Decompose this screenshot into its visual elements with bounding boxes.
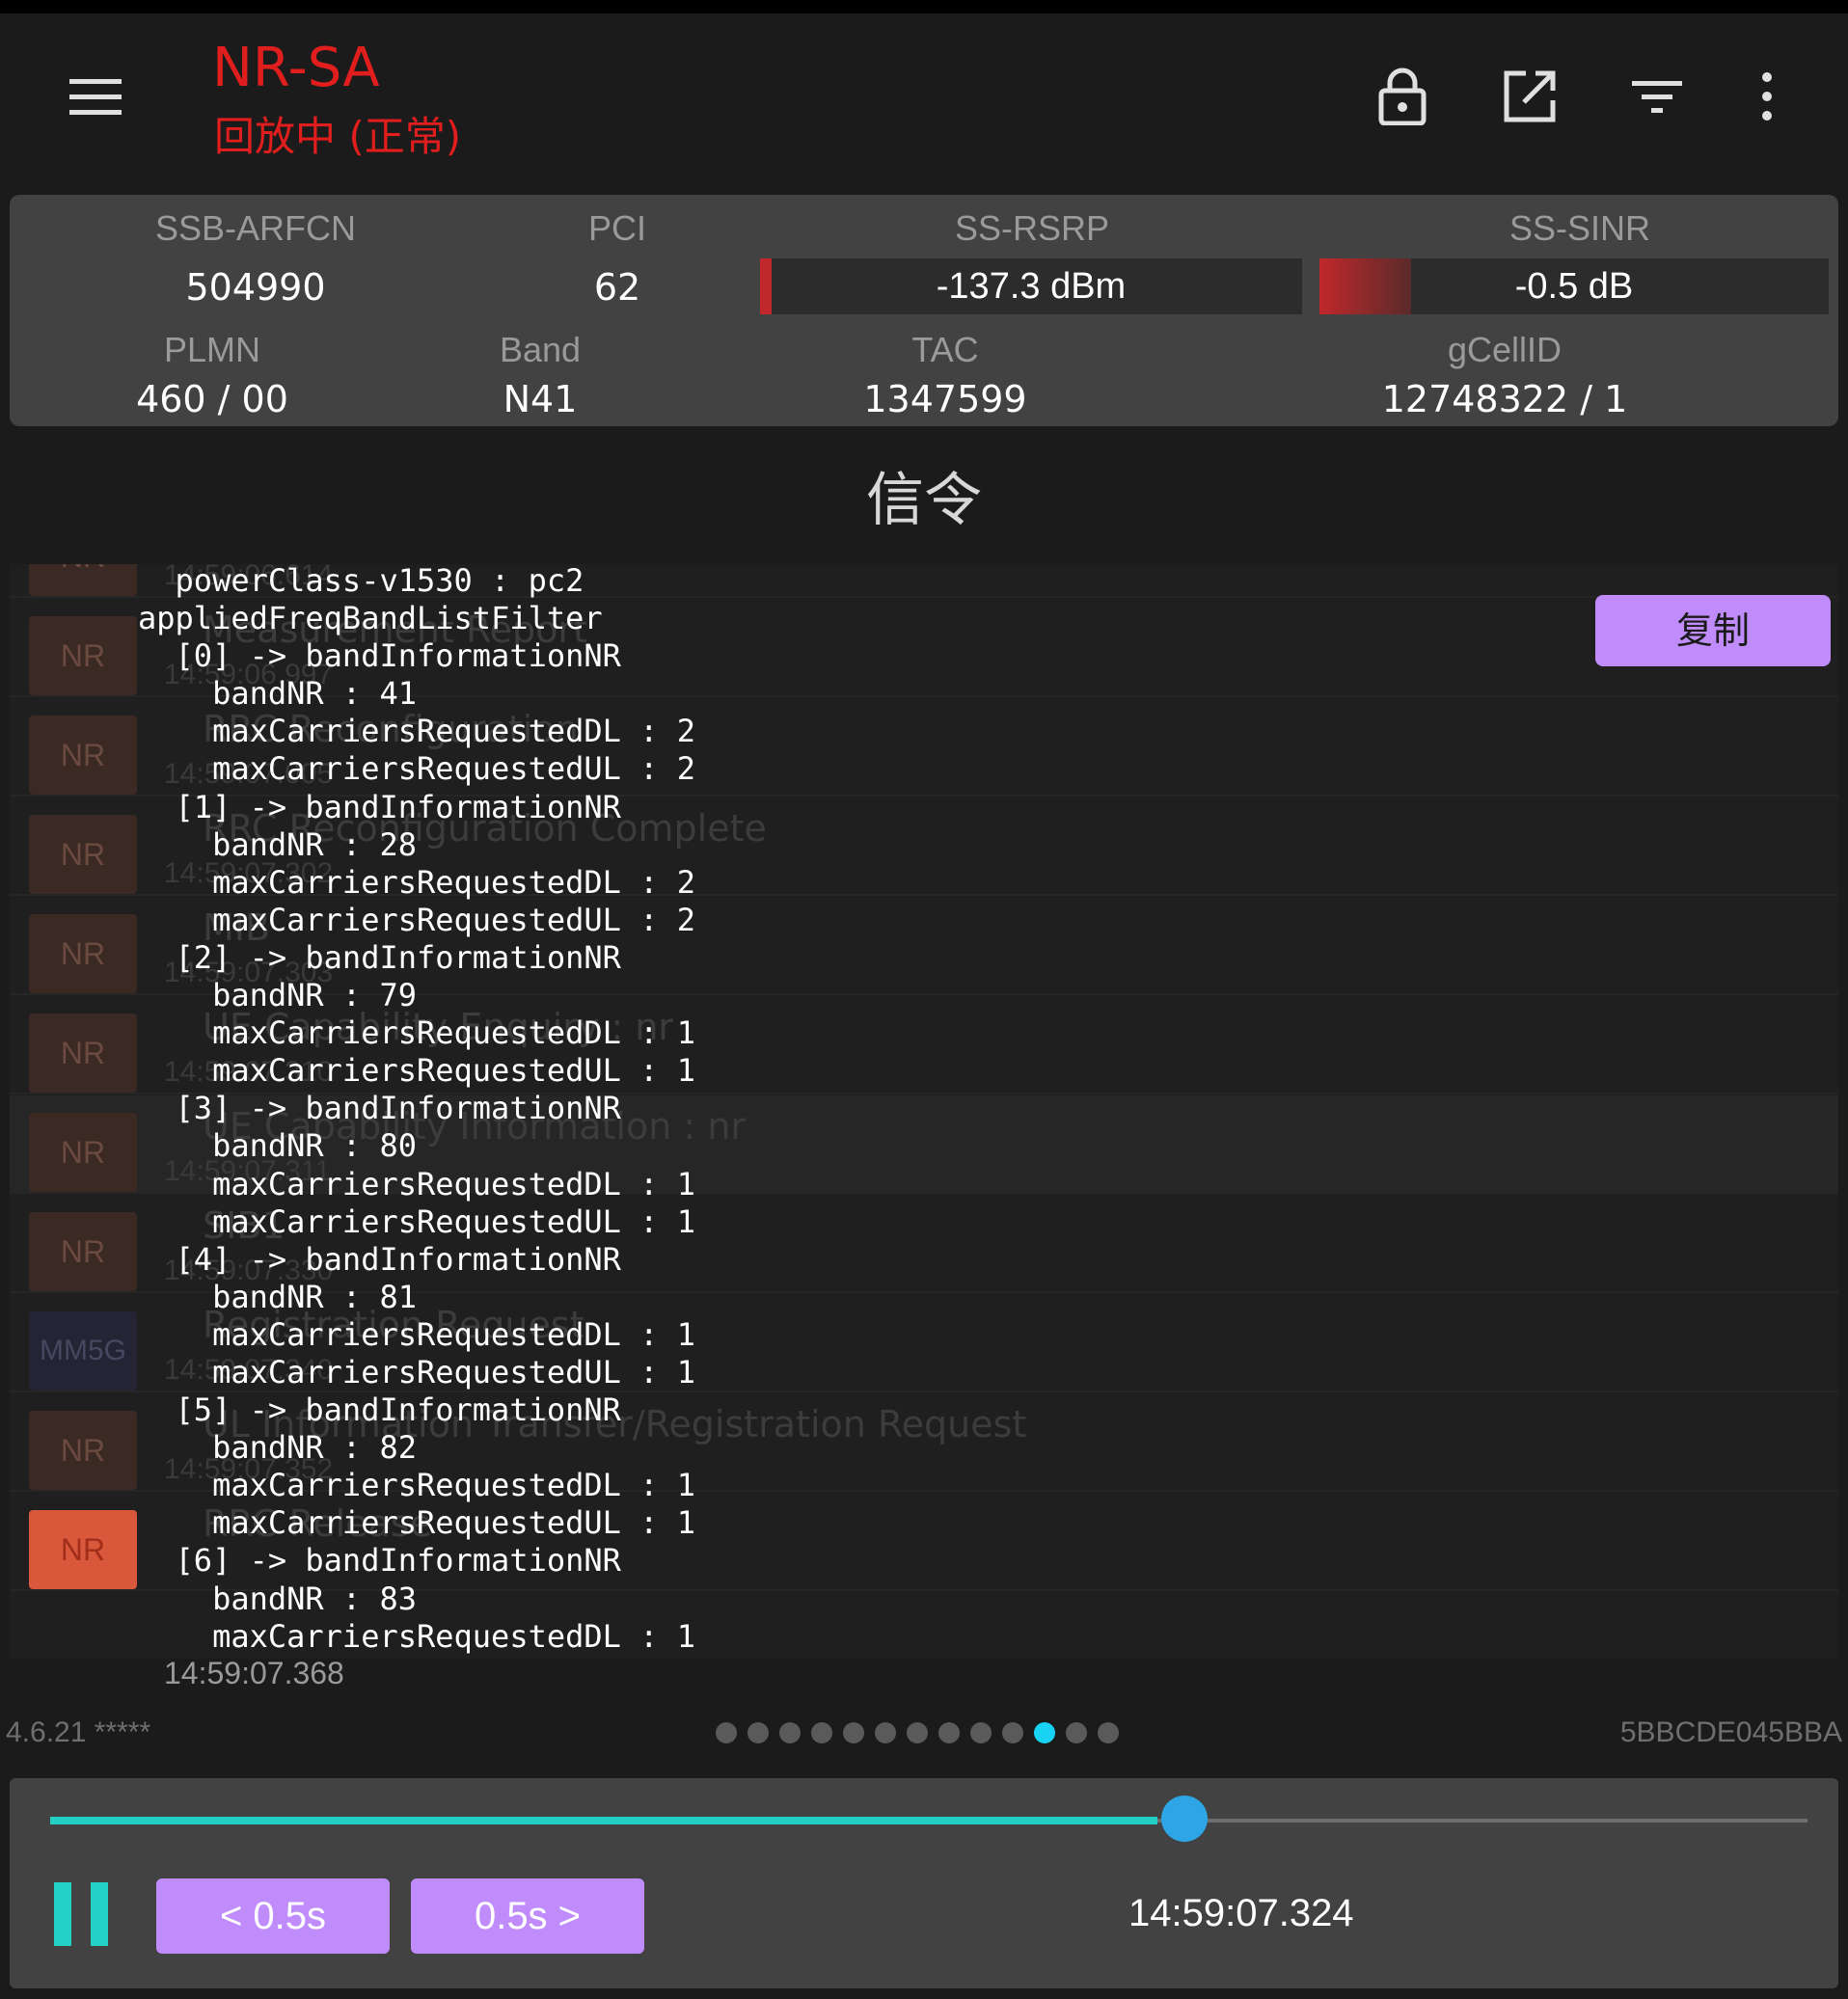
protocol-badge: NR bbox=[29, 1411, 137, 1490]
pause-icon[interactable] bbox=[54, 1882, 112, 1946]
gcellid-label: gCellID bbox=[1447, 330, 1563, 369]
page-dot bbox=[1002, 1722, 1023, 1743]
page-dot bbox=[875, 1722, 896, 1743]
detail-line: maxCarriersRequestedDL : 1 bbox=[138, 1467, 695, 1504]
rsrp-value: -137.3 dBm bbox=[936, 266, 1127, 307]
device-id: 5BBCDE045BBA bbox=[1619, 1716, 1842, 1748]
page-dot bbox=[970, 1722, 992, 1743]
app-version: 4.6.21 ***** bbox=[6, 1716, 151, 1748]
detail-line: maxCarriersRequestedDL : 1 bbox=[138, 1165, 695, 1202]
seekbar-progress bbox=[50, 1817, 1157, 1824]
tac-label: TAC bbox=[911, 330, 979, 369]
detail-line: bandNR : 41 bbox=[138, 675, 417, 713]
lock-icon[interactable] bbox=[1373, 68, 1431, 125]
step-forward-button[interactable]: 0.5s > bbox=[411, 1878, 644, 1954]
detail-line: [2] -> bandInformationNR bbox=[138, 938, 621, 976]
sinr-label: SS-SINR bbox=[1508, 208, 1651, 248]
status-strip bbox=[0, 0, 1848, 14]
detail-line: maxCarriersRequestedUL : 1 bbox=[138, 1202, 695, 1240]
plmn-label: PLMN bbox=[163, 330, 261, 369]
page-dot bbox=[747, 1722, 769, 1743]
more-vert-icon[interactable] bbox=[1738, 68, 1796, 125]
tac-value: 1347599 bbox=[863, 378, 1027, 420]
last-row-time: 14:59:07.368 bbox=[164, 1656, 344, 1690]
detail-line: [3] -> bandInformationNR bbox=[138, 1090, 621, 1127]
filter-icon[interactable] bbox=[1628, 68, 1686, 125]
page-dot bbox=[1066, 1722, 1087, 1743]
page-dot bbox=[811, 1722, 832, 1743]
band-label: Band bbox=[499, 330, 582, 369]
page-dot bbox=[938, 1722, 960, 1743]
detail-line: maxCarriersRequestedUL : 1 bbox=[138, 1353, 695, 1391]
detail-line: maxCarriersRequestedDL : 2 bbox=[138, 863, 695, 901]
detail-line: bandNR : 79 bbox=[138, 977, 417, 1014]
protocol-badge: NR bbox=[29, 1212, 137, 1291]
page-dot bbox=[1098, 1722, 1119, 1743]
sinr-meter: -0.5 dB bbox=[1319, 258, 1829, 314]
playback-controls: < 0.5s 0.5s > 14:59:07.324 bbox=[10, 1778, 1838, 1988]
gcellid-value: 12748322 / 1 bbox=[1381, 378, 1628, 420]
step-back-button[interactable]: < 0.5s bbox=[156, 1878, 390, 1954]
protocol-badge: NR bbox=[29, 914, 137, 993]
detail-line: maxCarriersRequestedUL : 1 bbox=[138, 1052, 695, 1090]
sinr-value: -0.5 dB bbox=[1514, 266, 1634, 307]
top-app-bar: NR-SA 回放中 (正常) bbox=[0, 0, 1848, 193]
detail-line: maxCarriersRequestedDL : 1 bbox=[138, 1014, 695, 1052]
cell-info-panel: SSB-ARFCN 504990 PCI 62 SS-RSRP -137.3 d… bbox=[10, 195, 1838, 426]
protocol-badge: NR bbox=[29, 815, 137, 894]
detail-line: maxCarriersRequestedUL : 2 bbox=[138, 750, 695, 788]
playback-time: 14:59:07.324 bbox=[1128, 1892, 1354, 1934]
detail-line: bandNR : 82 bbox=[138, 1429, 417, 1467]
ssb-arfcn-value: 504990 bbox=[185, 266, 326, 309]
detail-line: maxCarriersRequestedUL : 2 bbox=[138, 901, 695, 938]
protocol-badge: MM5G bbox=[29, 1311, 137, 1391]
protocol-badge: NR bbox=[29, 1113, 137, 1192]
section-title: 信令 bbox=[866, 467, 982, 534]
playback-status: 回放中 (正常) bbox=[214, 113, 462, 160]
detail-line: [0] -> bandInformationNR bbox=[138, 637, 621, 675]
detail-line: [6] -> bandInformationNR bbox=[138, 1542, 621, 1580]
message-detail: powerClass-v1530 : pc2 appliedFreqBandLis… bbox=[138, 562, 1585, 1656]
detail-line: powerClass-v1530 : pc2 bbox=[138, 562, 584, 599]
detail-line: maxCarriersRequestedDL : 2 bbox=[138, 713, 695, 750]
page-dot bbox=[779, 1722, 801, 1743]
copy-button[interactable]: 复制 bbox=[1595, 595, 1831, 666]
protocol-badge: NR bbox=[29, 616, 137, 695]
page-dot bbox=[716, 1722, 737, 1743]
page-dot bbox=[1034, 1722, 1055, 1743]
detail-line: maxCarriersRequestedDL : 1 bbox=[138, 1315, 695, 1353]
detail-line: bandNR : 80 bbox=[138, 1127, 417, 1165]
menu-icon[interactable] bbox=[69, 77, 122, 116]
detail-line: bandNR : 83 bbox=[138, 1580, 417, 1617]
detail-line: [5] -> bandInformationNR bbox=[138, 1391, 621, 1429]
detail-line: maxCarriersRequestedUL : 1 bbox=[138, 1504, 695, 1542]
seekbar-thumb[interactable] bbox=[1160, 1796, 1208, 1842]
rsrp-meter: -137.3 dBm bbox=[760, 258, 1302, 314]
band-value: N41 bbox=[503, 378, 578, 420]
detail-line: [4] -> bandInformationNR bbox=[138, 1240, 621, 1278]
pci-value: 62 bbox=[593, 266, 641, 309]
protocol-badge: NR bbox=[29, 1510, 137, 1589]
protocol-badge: NR bbox=[29, 1013, 137, 1093]
detail-line: maxCarriersRequestedDL : 1 bbox=[138, 1617, 695, 1655]
detail-line: bandNR : 28 bbox=[138, 825, 417, 863]
plmn-value: 460 / 00 bbox=[136, 378, 288, 420]
protocol-badge: NR bbox=[29, 564, 137, 596]
open-external-icon[interactable] bbox=[1501, 68, 1559, 125]
playback-seekbar[interactable] bbox=[50, 1796, 1807, 1842]
detail-line: [1] -> bandInformationNR bbox=[138, 788, 621, 825]
page-dot bbox=[907, 1722, 928, 1743]
detail-line: bandNR : 81 bbox=[138, 1278, 417, 1315]
app-title: NR-SA bbox=[212, 37, 380, 99]
ssb-arfcn-label: SSB-ARFCN bbox=[154, 208, 357, 248]
protocol-badge: NR bbox=[29, 716, 137, 795]
pci-label: PCI bbox=[587, 208, 646, 248]
detail-line: appliedFreqBandListFilter bbox=[138, 600, 603, 637]
rsrp-label: SS-RSRP bbox=[954, 208, 1110, 248]
page-dot bbox=[843, 1722, 864, 1743]
